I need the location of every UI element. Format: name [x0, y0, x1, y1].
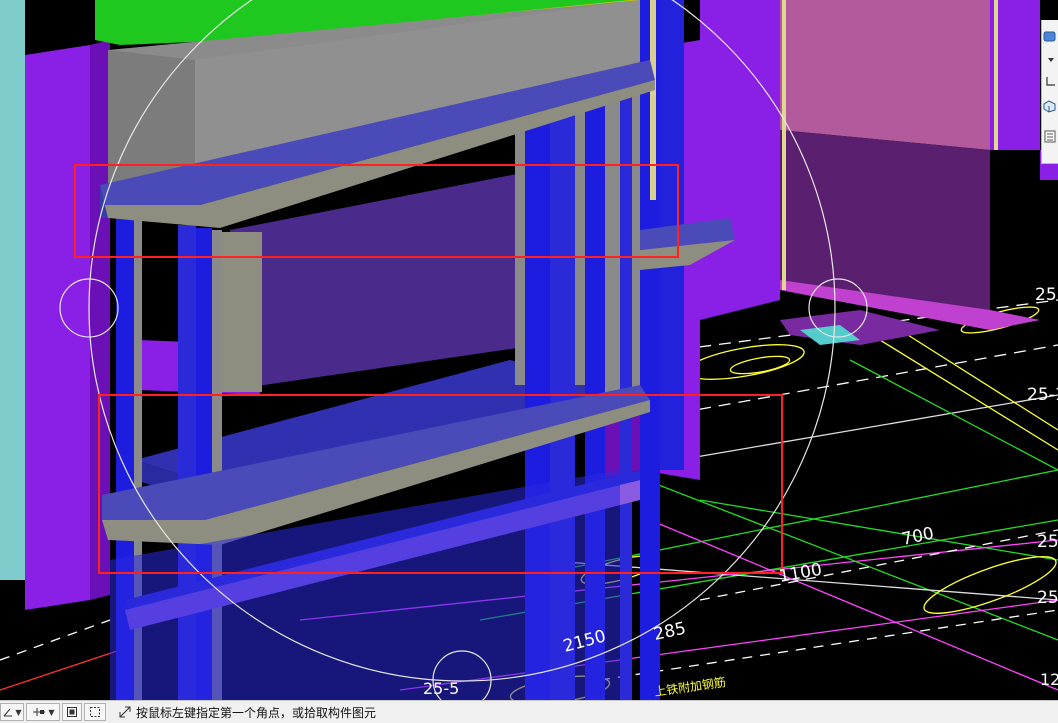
- dim-25-mid: 25: [1037, 532, 1058, 552]
- layer-list-icon[interactable]: [1043, 130, 1056, 143]
- record-button[interactable]: [62, 703, 82, 721]
- chevron-down-icon: ▼: [15, 707, 22, 717]
- view-cube-icon[interactable]: [1043, 100, 1056, 113]
- select-window-icon: [89, 706, 101, 718]
- cad-3d-viewport[interactable]: 25 25-1 700 25 1100 25 2150 285 25-5 12 …: [0, 0, 1058, 700]
- angle-snap-button[interactable]: ▼: [0, 703, 24, 721]
- dim-25-1: 25-1: [1027, 385, 1058, 405]
- chevron-down-icon: ▼: [48, 707, 55, 717]
- dimension-tool-icon: [31, 706, 47, 718]
- teal-wall: [0, 0, 25, 580]
- dim-12: 12: [1040, 670, 1058, 689]
- left-purple-column: [25, 40, 110, 610]
- dimension-tool-button[interactable]: ▼: [26, 703, 60, 721]
- dim-25-5: 25-5: [423, 679, 459, 698]
- angle-snap-icon: [2, 706, 14, 718]
- select-window-button[interactable]: [84, 703, 106, 721]
- viewport-canvas[interactable]: 25 25-1 700 25 1100 25 2150 285 25-5 12 …: [0, 0, 1058, 700]
- cursor-arrow-icon: [118, 705, 132, 719]
- status-message: 按鼠标左键指定第一个角点，或拾取构件图元: [136, 705, 377, 720]
- right-toolbar: [1041, 20, 1058, 164]
- status-bar: ▼ ▼ 按鼠标左键指定第一个角点，或拾取构件图元: [0, 700, 1058, 723]
- window-icon[interactable]: [1043, 30, 1056, 43]
- dropdown-arrow-icon[interactable]: [1043, 54, 1056, 67]
- dim-25-low: 25: [1037, 588, 1058, 608]
- dim-25-top: 25: [1035, 285, 1057, 305]
- corner-select-icon[interactable]: [1043, 74, 1056, 87]
- record-icon: [66, 706, 78, 718]
